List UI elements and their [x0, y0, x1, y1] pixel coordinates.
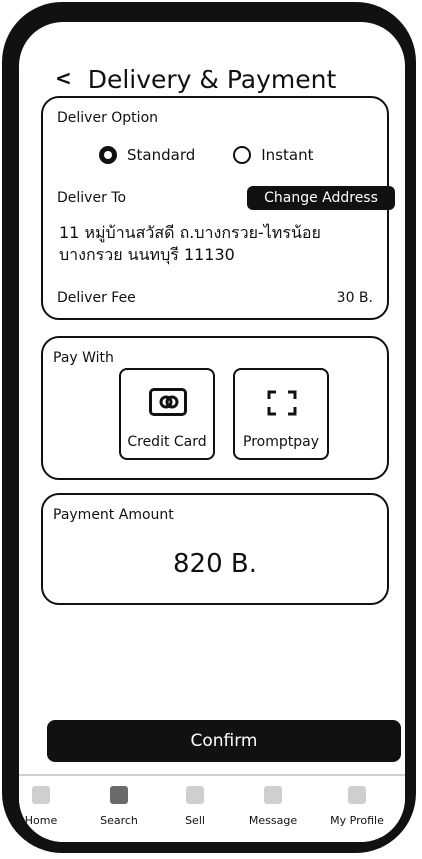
pay-method-promptpay[interactable]: Promptpay [233, 368, 329, 460]
payment-amount-card: Payment Amount 820 B. [41, 493, 389, 605]
address-line-1: 11 หมู่บ้านสวัสดี ถ.บางกรวย-ไทรน้อย [59, 223, 321, 242]
payment-amount-value: 820 B. [173, 549, 257, 579]
promptpay-label: Promptpay [243, 434, 319, 450]
profile-icon [348, 786, 366, 804]
nav-label-my-profile: My Profile [330, 814, 384, 827]
phone-frame: < Delivery & Payment Deliver Option Stan… [2, 2, 416, 853]
deliver-option-label: Deliver Option [57, 110, 159, 126]
nav-item-message[interactable]: Message [235, 786, 311, 827]
nav-item-search[interactable]: Search [81, 786, 157, 827]
nav-item-home[interactable]: Home [19, 786, 79, 827]
credit-card-icon [149, 388, 187, 416]
deliver-option-group: Standard Instant [99, 146, 313, 164]
payment-amount-label: Payment Amount [53, 507, 174, 523]
nav-label-message: Message [248, 814, 298, 827]
qr-scan-icon [267, 390, 297, 416]
screen: < Delivery & Payment Deliver Option Stan… [19, 22, 405, 842]
bottom-nav: Home Search Sell Message My Profile [19, 774, 405, 842]
deliver-fee-label: Deliver Fee [57, 290, 136, 306]
radio-instant-label: Instant [261, 146, 314, 164]
radio-standard-label: Standard [127, 146, 196, 164]
change-address-button[interactable]: Change Address [247, 186, 395, 210]
home-icon [32, 786, 50, 804]
pay-with-card: Pay With Credit Card Promptpay [41, 336, 389, 480]
delivery-address: 11 หมู่บ้านสวัสดี ถ.บางกรวย-ไทรน้อย บางก… [59, 222, 379, 266]
pay-method-credit-card[interactable]: Credit Card [119, 368, 215, 460]
nav-item-sell[interactable]: Sell [157, 786, 233, 827]
search-icon [110, 786, 128, 804]
delivery-card: Deliver Option Standard Instant Deliver … [41, 96, 395, 320]
nav-item-my-profile[interactable]: My Profile [319, 786, 395, 827]
message-icon [264, 786, 282, 804]
radio-standard[interactable]: Standard [99, 146, 195, 164]
confirm-button[interactable]: Confirm [47, 720, 401, 762]
nav-label-sell: Sell [185, 814, 205, 827]
radio-instant[interactable]: Instant [233, 146, 313, 164]
address-line-2: บางกรวย นนทบุรี 11130 [59, 245, 235, 264]
credit-card-label: Credit Card [127, 434, 207, 450]
nav-label-search: Search [100, 814, 138, 827]
radio-selected-icon [99, 146, 117, 164]
nav-label-home: Home [24, 814, 58, 827]
sell-icon [186, 786, 204, 804]
page-title: Delivery & Payment [87, 65, 337, 94]
deliver-fee-value: 30 B. [336, 290, 373, 306]
deliver-to-label: Deliver To [57, 190, 127, 206]
pay-with-label: Pay With [53, 350, 114, 366]
radio-unselected-icon [233, 146, 252, 164]
